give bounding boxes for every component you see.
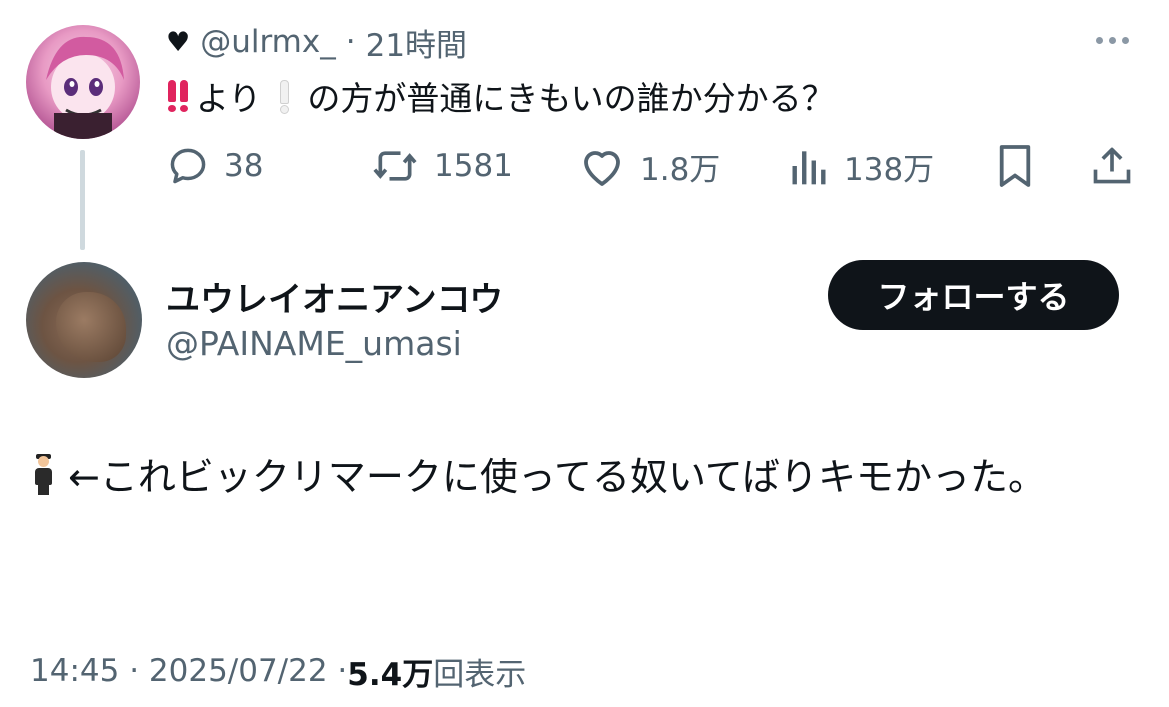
parent-action-bar: 38 1581 1.8万 138万 (0, 140, 1169, 192)
author-display-name[interactable]: ユウレイオニアンコウ (166, 272, 503, 321)
like-button[interactable]: 1.8万 (578, 140, 720, 192)
parent-tweet-header: ♥ @ulrmx_ · 21時間 (166, 20, 467, 64)
separator-dot: · (345, 24, 356, 60)
parent-avatar[interactable] (26, 25, 140, 139)
man-levitating-icon (30, 454, 56, 496)
black-heart-icon: ♥ (166, 26, 191, 58)
parent-time[interactable]: 21時間 (366, 20, 467, 65)
author-avatar[interactable] (26, 262, 142, 378)
follow-button[interactable]: フォローする (828, 260, 1119, 330)
parent-text-part2: の方が普通にきもいの誰か分かる？ (307, 79, 835, 118)
reply-icon (170, 148, 206, 184)
repost-count: 1581 (434, 148, 513, 184)
views-count: 138万 (844, 151, 935, 188)
share-button[interactable] (1090, 140, 1134, 192)
repost-icon (373, 151, 417, 181)
tweet-view-count: 5.4万 (347, 656, 434, 693)
tweet-body: ←これビックリマークに使ってる奴いてばりキモかった。 (68, 455, 1047, 499)
tweet-view-label: 回表示 (433, 656, 527, 693)
like-icon (584, 151, 620, 186)
reply-button[interactable]: 38 (166, 140, 263, 192)
tweet-text: ←これビックリマークに使ってる奴いてばりキモかった。 (30, 442, 1140, 513)
share-icon (1093, 147, 1131, 184)
tweet-meta: 14:45 · 2025/07/22 · 5.4万 回表示 (30, 648, 526, 694)
like-count: 1.8万 (640, 151, 721, 188)
parent-tweet-text: より の方が普通にきもいの誰か分かる？ (168, 72, 835, 120)
analytics-icon (792, 151, 826, 185)
white-exclamation-icon (279, 80, 290, 114)
tweet-detail-page: ♥ @ulrmx_ · 21時間 より の方が普通にきもいの誰か分かる？ 38 … (0, 0, 1169, 707)
parent-handle[interactable]: @ulrmx_ (200, 24, 336, 60)
reply-count: 38 (224, 148, 264, 184)
more-options-icon[interactable] (1096, 37, 1129, 44)
author-handle[interactable]: @PAINAME_umasi (166, 324, 462, 363)
double-exclamation-icon (168, 80, 188, 112)
views-button[interactable]: 138万 (788, 140, 934, 192)
bookmark-icon (999, 145, 1031, 187)
repost-button[interactable]: 1581 (370, 140, 513, 192)
tweet-timestamp[interactable]: 14:45 · 2025/07/22 · (30, 653, 347, 689)
parent-text-part1: より (196, 79, 262, 118)
bookmark-button[interactable] (996, 140, 1034, 192)
